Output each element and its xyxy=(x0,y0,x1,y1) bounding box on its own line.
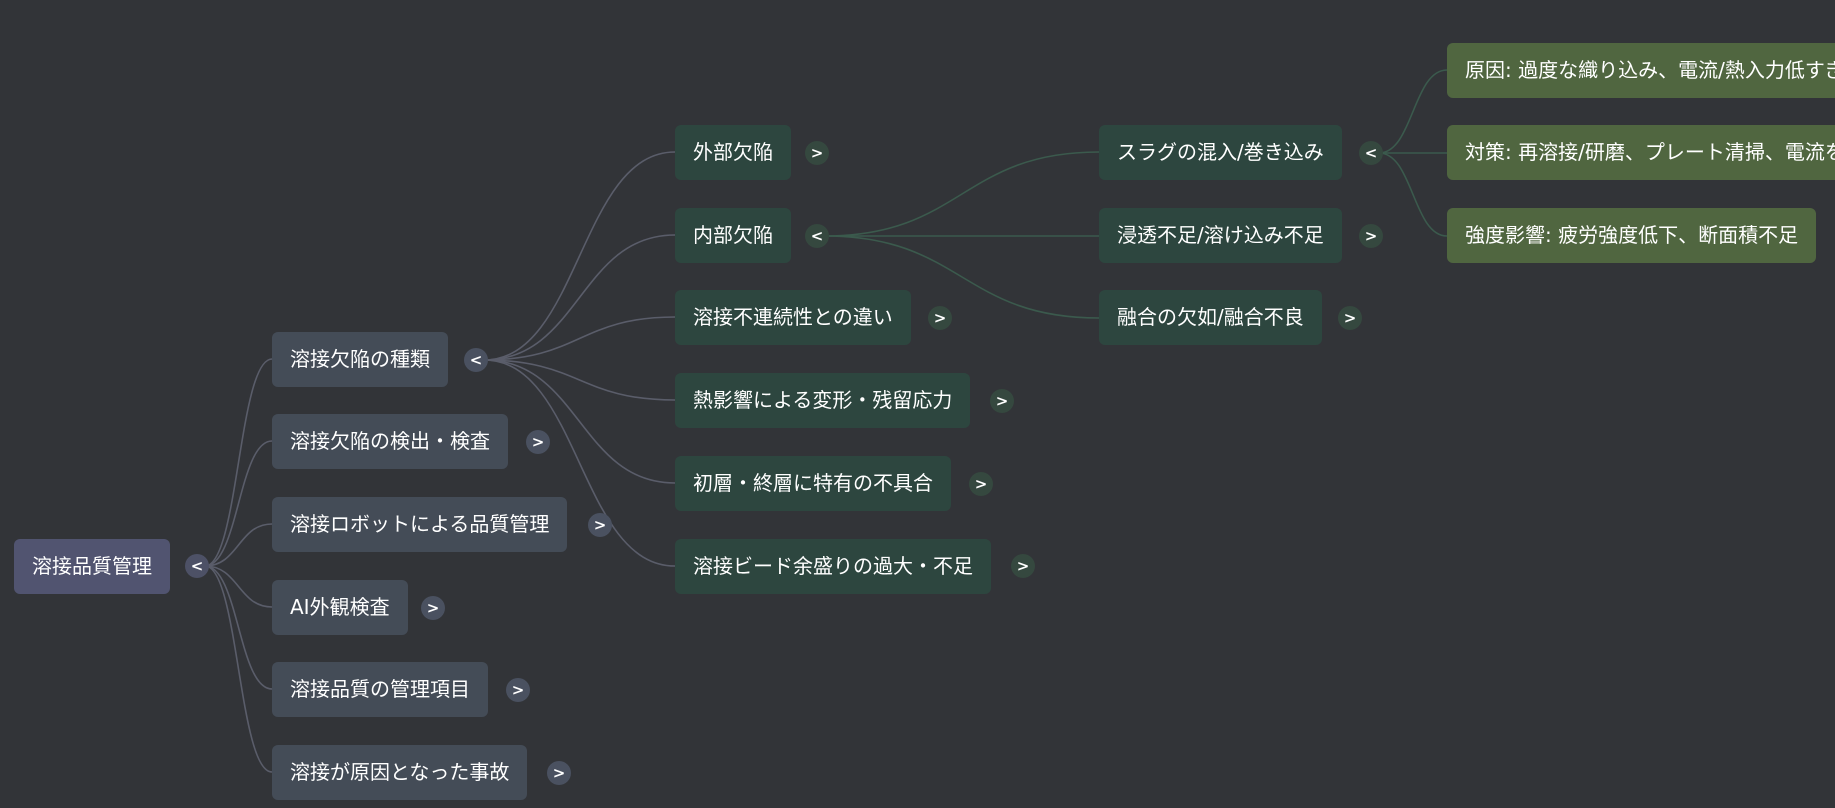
node-label: 強度影響: 疲労強度低下、断面積不足 xyxy=(1465,223,1799,247)
node-defect-types[interactable]: 溶接欠陥の種類 xyxy=(272,332,448,387)
node-incomplete-penetration[interactable]: 浸透不足/溶け込み不足 xyxy=(1099,208,1342,263)
expand-toggle-discontinuity[interactable]: > xyxy=(928,306,952,330)
connector-level3-level4 xyxy=(1378,69,1448,154)
node-label: 溶接不連続性との違い xyxy=(693,305,893,329)
expand-toggle-ai-inspection[interactable]: > xyxy=(421,596,445,620)
node-ai-inspection[interactable]: AI外観検査 xyxy=(272,580,408,635)
node-slag-inclusion[interactable]: スラグの混入/巻き込み xyxy=(1099,125,1342,180)
connector-root-level1 xyxy=(204,358,273,567)
node-defect-detection[interactable]: 溶接欠陥の検出・検査 xyxy=(272,414,508,469)
node-internal-defects[interactable]: 内部欠陥 xyxy=(675,208,791,263)
expand-toggle-quality-items[interactable]: > xyxy=(506,678,530,702)
node-quality-items[interactable]: 溶接品質の管理項目 xyxy=(272,662,488,717)
node-label: スラグの混入/巻き込み xyxy=(1117,140,1324,164)
expand-toggle-defect-detection[interactable]: > xyxy=(526,430,550,454)
collapse-toggle-defect-types[interactable]: < xyxy=(464,348,488,372)
node-label: 溶接欠陥の種類 xyxy=(290,347,430,371)
collapse-toggle-root[interactable]: < xyxy=(185,554,209,578)
mind-map-canvas: 溶接品質管理 < 溶接欠陥の種類 < 溶接欠陥の検出・検査 > 溶接ロボットによ… xyxy=(0,0,1835,808)
expand-toggle-layer-defects[interactable]: > xyxy=(969,472,993,496)
node-label: 初層・終層に特有の不具合 xyxy=(693,471,933,495)
node-label: 溶接ロボットによる品質管理 xyxy=(290,512,550,536)
node-discontinuity[interactable]: 溶接不連続性との違い xyxy=(675,290,911,345)
node-label: 熱影響による変形・残留応力 xyxy=(693,388,953,412)
connector-root-level1 xyxy=(204,565,273,773)
collapse-toggle-internal-defects[interactable]: < xyxy=(805,224,829,248)
node-label: 溶接が原因となった事故 xyxy=(290,760,510,784)
connector-level1-level2 xyxy=(483,359,676,401)
node-heat-distortion[interactable]: 熱影響による変形・残留応力 xyxy=(675,373,971,428)
node-label: 溶接ビード余盛りの過大・不足 xyxy=(693,554,973,578)
node-label: 浸透不足/溶け込み不足 xyxy=(1117,223,1324,247)
node-accidents[interactable]: 溶接が原因となった事故 xyxy=(272,745,528,800)
collapse-toggle-slag-inclusion[interactable]: < xyxy=(1359,141,1383,165)
node-label: 原因: 過度な織り込み、電流/熱入力低すぎ xyxy=(1465,58,1835,82)
node-label: 溶接欠陥の検出・検査 xyxy=(290,429,490,453)
expand-toggle-robot-quality[interactable]: > xyxy=(588,513,612,537)
node-label: 対策: 再溶接/研磨、プレート清掃、電流を上げる xyxy=(1465,140,1835,164)
node-label: 融合の欠如/融合不良 xyxy=(1117,305,1304,329)
node-lack-of-fusion[interactable]: 融合の欠如/融合不良 xyxy=(1099,290,1322,345)
connector-level3-level4 xyxy=(1378,152,1448,237)
node-label: 内部欠陥 xyxy=(693,223,773,247)
expand-toggle-accidents[interactable]: > xyxy=(547,761,571,785)
node-label: 溶接品質の管理項目 xyxy=(290,677,470,701)
node-root-label: 溶接品質管理 xyxy=(32,554,152,578)
expand-toggle-lack-of-fusion[interactable]: > xyxy=(1338,306,1362,330)
connector-level1-level2 xyxy=(483,151,676,361)
node-robot-quality[interactable]: 溶接ロボットによる品質管理 xyxy=(272,497,568,552)
node-countermeasure[interactable]: 対策: 再溶接/研磨、プレート清掃、電流を上げる xyxy=(1447,125,1835,180)
node-label: 外部欠陥 xyxy=(693,140,773,164)
expand-toggle-incomplete-penetration[interactable]: > xyxy=(1359,224,1383,248)
expand-toggle-bead-reinforcement[interactable]: > xyxy=(1011,554,1035,578)
node-strength-impact[interactable]: 強度影響: 疲労強度低下、断面積不足 xyxy=(1447,208,1817,263)
expand-toggle-heat-distortion[interactable]: > xyxy=(990,389,1014,413)
connector-level1-level2 xyxy=(483,234,676,361)
node-root[interactable]: 溶接品質管理 xyxy=(14,539,170,594)
node-layer-defects[interactable]: 初層・終層に特有の不具合 xyxy=(675,456,951,511)
expand-toggle-external-defects[interactable]: > xyxy=(805,141,829,165)
node-bead-reinforcement[interactable]: 溶接ビード余盛りの過大・不足 xyxy=(675,539,991,594)
node-cause[interactable]: 原因: 過度な織り込み、電流/熱入力低すぎ xyxy=(1447,43,1835,98)
node-external-defects[interactable]: 外部欠陥 xyxy=(675,125,791,180)
connector-level2-level3 xyxy=(824,151,1100,237)
node-label: AI外観検査 xyxy=(290,595,390,619)
